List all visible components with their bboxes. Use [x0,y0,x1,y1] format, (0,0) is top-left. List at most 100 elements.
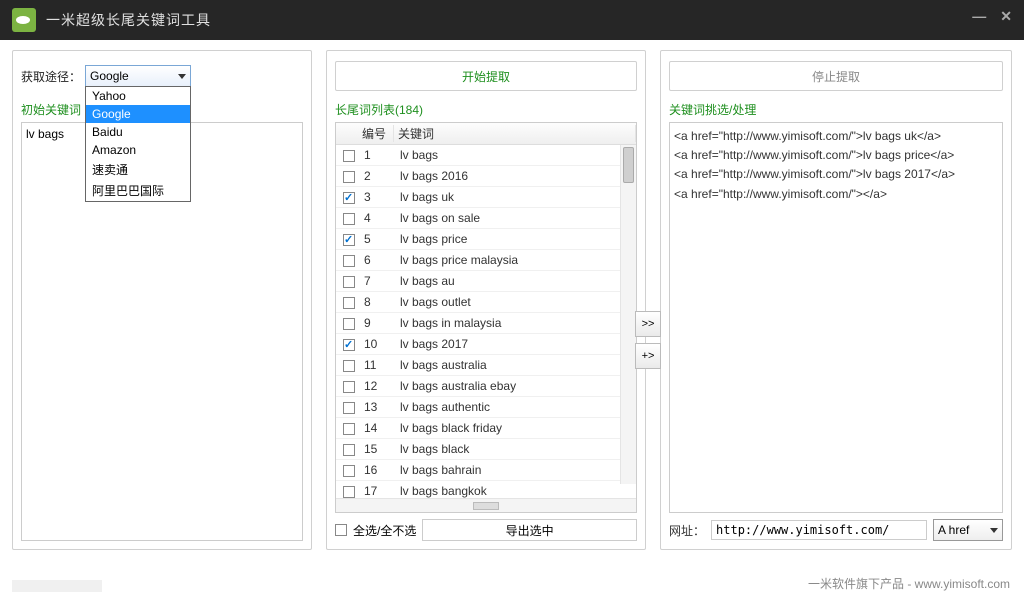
row-number: 16 [360,463,396,477]
row-checkbox[interactable] [343,192,355,204]
table-row[interactable]: 4lv bags on sale [336,208,636,229]
close-button[interactable]: ✕ [1000,8,1012,25]
row-keyword: lv bags australia ebay [396,379,636,393]
app-logo-icon [12,8,36,32]
minimize-button[interactable]: — [972,8,986,25]
horizontal-scrollbar[interactable] [336,498,636,512]
row-keyword: lv bags au [396,274,636,288]
header-no: 编号 [358,125,394,142]
row-number: 8 [360,295,396,309]
stop-extract-button[interactable]: 停止提取 [669,61,1003,91]
row-number: 2 [360,169,396,183]
start-extract-button[interactable]: 开始提取 [335,61,637,91]
source-option[interactable]: 速卖通 [86,159,190,180]
row-checkbox[interactable] [343,234,355,246]
row-number: 13 [360,400,396,414]
row-keyword: lv bags price [396,232,636,246]
list-label: 长尾词列表(184) [335,101,637,118]
panel-seed: 获取途径： Google YahooGoogleBaiduAmazon速卖通阿里… [12,50,312,550]
row-number: 15 [360,442,396,456]
chevron-down-icon [990,528,998,533]
row-keyword: lv bags bahrain [396,463,636,477]
status-bar [12,580,102,592]
export-selected-button[interactable]: 导出选中 [422,519,637,541]
source-option[interactable]: 阿里巴巴国际 [86,180,190,201]
row-keyword: lv bags black [396,442,636,456]
row-keyword: lv bags australia [396,358,636,372]
footer-text: 一米软件旗下产品 - [808,577,915,591]
select-all-checkbox[interactable] [335,524,347,536]
row-keyword: lv bags in malaysia [396,316,636,330]
vertical-scrollbar[interactable] [620,145,636,484]
row-number: 9 [360,316,396,330]
table-row[interactable]: 5lv bags price [336,229,636,250]
source-option[interactable]: Amazon [86,141,190,159]
table-row[interactable]: 9lv bags in malaysia [336,313,636,334]
row-number: 17 [360,484,396,498]
row-checkbox[interactable] [343,465,355,477]
table-body: 1lv bags2lv bags 20163lv bags uk4lv bags… [336,145,636,498]
table-row[interactable]: 6lv bags price malaysia [336,250,636,271]
row-checkbox[interactable] [343,402,355,414]
row-number: 3 [360,190,396,204]
table-row[interactable]: 16lv bags bahrain [336,460,636,481]
row-checkbox[interactable] [343,444,355,456]
table-row[interactable]: 2lv bags 2016 [336,166,636,187]
url-label: 网址： [669,522,705,539]
source-option[interactable]: Google [86,105,190,123]
format-dropdown[interactable]: A href [933,519,1003,541]
row-checkbox[interactable] [343,360,355,372]
row-keyword: lv bags 2017 [396,337,636,351]
table-row[interactable]: 12lv bags australia ebay [336,376,636,397]
row-keyword: lv bags outlet [396,295,636,309]
url-input[interactable] [711,520,927,540]
table-row[interactable]: 15lv bags black [336,439,636,460]
row-keyword: lv bags uk [396,190,636,204]
source-dropdown-list: YahooGoogleBaiduAmazon速卖通阿里巴巴国际 [85,86,191,202]
row-checkbox[interactable] [343,297,355,309]
transfer-all-button[interactable]: >> [635,311,661,337]
result-label: 关键词挑选/处理 [669,101,1003,118]
source-selected: Google [90,69,129,83]
row-checkbox[interactable] [343,171,355,183]
row-checkbox[interactable] [343,213,355,225]
row-number: 6 [360,253,396,267]
row-checkbox[interactable] [343,423,355,435]
table-row[interactable]: 8lv bags outlet [336,292,636,313]
row-keyword: lv bags [396,148,636,162]
row-number: 11 [360,358,396,372]
chevron-down-icon [178,74,186,79]
row-keyword: lv bags on sale [396,211,636,225]
row-keyword: lv bags price malaysia [396,253,636,267]
row-keyword: lv bags authentic [396,400,636,414]
app-title: 一米超级长尾关键词工具 [46,10,211,30]
table-row[interactable]: 13lv bags authentic [336,397,636,418]
table-row[interactable]: 7lv bags au [336,271,636,292]
source-option[interactable]: Baidu [86,123,190,141]
row-checkbox[interactable] [343,381,355,393]
row-keyword: lv bags black friday [396,421,636,435]
table-header: 编号 关键词 [336,123,636,145]
table-row[interactable]: 1lv bags [336,145,636,166]
row-checkbox[interactable] [343,318,355,330]
select-all-label: 全选/全不选 [353,522,416,539]
table-row[interactable]: 17lv bags bangkok [336,481,636,498]
footer-link[interactable]: www.yimisoft.com [915,577,1010,591]
source-option[interactable]: Yahoo [86,87,190,105]
table-row[interactable]: 10lv bags 2017 [336,334,636,355]
table-row[interactable]: 14lv bags black friday [336,418,636,439]
result-textarea[interactable]: <a href="http://www.yimisoft.com/">lv ba… [669,122,1003,513]
row-checkbox[interactable] [343,276,355,288]
row-checkbox[interactable] [343,339,355,351]
panel-result: 停止提取 关键词挑选/处理 <a href="http://www.yimiso… [660,50,1012,550]
format-selected: A href [938,523,969,537]
source-dropdown[interactable]: Google [85,65,191,87]
row-checkbox[interactable] [343,486,355,498]
table-row[interactable]: 11lv bags australia [336,355,636,376]
row-checkbox[interactable] [343,255,355,267]
row-number: 12 [360,379,396,393]
transfer-buttons: >> +> [635,311,659,369]
table-row[interactable]: 3lv bags uk [336,187,636,208]
row-checkbox[interactable] [343,150,355,162]
transfer-add-button[interactable]: +> [635,343,661,369]
